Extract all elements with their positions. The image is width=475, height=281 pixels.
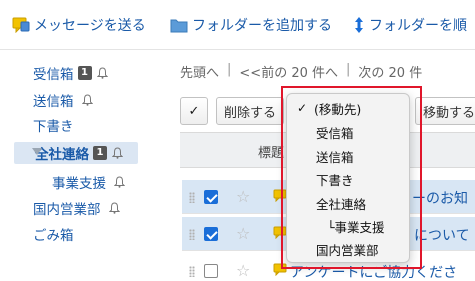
bell-icon[interactable] <box>114 176 125 188</box>
pager-prev[interactable]: <<前の 20 件へ <box>239 62 338 81</box>
folder-trash[interactable]: ごみ箱 <box>33 223 74 245</box>
folder-sent[interactable]: 送信箱 <box>33 89 93 111</box>
add-folder-label: フォルダーを追加する <box>192 18 332 34</box>
star-icon[interactable]: ☆ <box>236 187 250 206</box>
unread-badge: 1 <box>93 146 107 160</box>
folder-label: 事業支援 <box>52 176 106 192</box>
drag-handle-icon[interactable] <box>189 192 195 203</box>
folder-label: 送信箱 <box>33 94 74 110</box>
drag-handle-icon[interactable] <box>189 229 195 240</box>
folder-label: 全社連絡 <box>35 147 89 163</box>
pager-separator: | <box>227 62 232 77</box>
delete-button-label: 削除する <box>224 105 277 121</box>
folder-drafts[interactable]: 下書き <box>33 114 74 136</box>
star-icon[interactable]: ☆ <box>236 261 250 280</box>
expand-triangle-icon[interactable] <box>32 148 42 155</box>
reorder-folders-link[interactable]: フォルダーを順 <box>353 15 467 35</box>
check-all-button[interactable]: ✓ <box>180 97 208 125</box>
bell-icon[interactable] <box>112 147 123 159</box>
folder-inbox[interactable]: 受信箱 1 <box>33 62 108 84</box>
folder-sidebar: 受信箱 1 送信箱 下書き 全社連絡 1 事業支援 国内営業部 ごみ箱 <box>0 50 170 281</box>
pager-next[interactable]: 次の 20 件 <box>358 62 422 81</box>
reorder-folders-label: フォルダーを順 <box>369 18 467 34</box>
message-subject[interactable]: について <box>414 225 470 245</box>
move-button-label: 移動する <box>423 105 475 121</box>
pager-first[interactable]: 先頭へ <box>180 62 219 81</box>
folder-company-announcements[interactable]: 全社連絡 1 <box>14 142 138 164</box>
up-down-arrow-icon <box>355 17 363 33</box>
delete-button[interactable]: 削除する <box>216 97 285 125</box>
bell-icon[interactable] <box>108 202 120 214</box>
row-checkbox[interactable] <box>204 190 218 204</box>
toolbar: メッセージを送る フォルダーを追加する フォルダーを順 <box>0 0 475 50</box>
folder-label: 国内営業部 <box>33 202 101 218</box>
folder-domestic-sales[interactable]: 国内営業部 <box>33 197 120 219</box>
send-message-link[interactable]: メッセージを送る <box>12 15 146 35</box>
row-checkbox[interactable] <box>204 227 218 241</box>
bell-icon[interactable] <box>81 94 93 106</box>
folder-label: ごみ箱 <box>33 228 74 244</box>
move-button[interactable]: 移動する <box>415 97 475 125</box>
pager-separator: | <box>346 62 351 77</box>
checkmark-icon: ✓ <box>188 103 200 119</box>
add-folder-link[interactable]: フォルダーを追加する <box>170 15 332 35</box>
folder-label: 受信箱 <box>33 67 74 83</box>
row-checkbox[interactable] <box>204 264 218 278</box>
star-icon[interactable]: ☆ <box>236 224 250 243</box>
send-message-label: メッセージを送る <box>34 18 146 34</box>
folder-label: 下書き <box>33 119 74 135</box>
folder-icon <box>170 19 188 32</box>
folder-business-support[interactable]: 事業支援 <box>52 171 125 193</box>
speech-bubble-icon <box>12 17 30 33</box>
unread-badge: 1 <box>77 66 92 80</box>
bell-icon[interactable] <box>96 67 108 79</box>
drag-handle-icon[interactable] <box>189 266 195 277</box>
annotation-highlight-box <box>281 86 422 269</box>
pagination: 先頭へ | <<前の 20 件へ | 次の 20 件 <box>180 62 422 81</box>
